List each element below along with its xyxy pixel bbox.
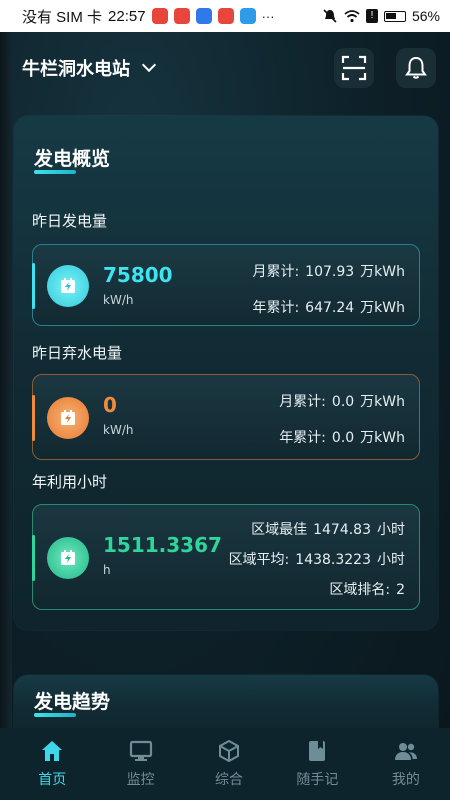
home-icon xyxy=(42,741,63,761)
yesterday-spill-value: 0 xyxy=(103,393,117,417)
tab-home[interactable]: 首页 xyxy=(8,728,96,800)
power-icon xyxy=(47,537,89,579)
region-best-value: 1474.83 xyxy=(313,522,371,538)
trend-title: 发电趋势 xyxy=(34,691,111,713)
month-total-value: 0.0 xyxy=(331,394,355,410)
users-icon xyxy=(394,743,417,760)
tmall-notification-icon xyxy=(217,8,234,24)
region-avg-label: 区域平均: xyxy=(228,552,290,568)
power-icon xyxy=(47,397,89,439)
yesterday-spill-unit: kW/h xyxy=(103,423,134,437)
card-accent xyxy=(32,395,35,441)
region-rank-value: 2 xyxy=(396,582,405,598)
power-icon xyxy=(47,265,89,307)
region-avg-value: 1438.3223 xyxy=(295,552,371,568)
region-best-unit: 小时 xyxy=(377,522,405,538)
bell-icon xyxy=(405,56,427,79)
app-screen: 没有 SIM 卡 22:57 ··· ! 56% 牛栏洞水电站 发电概览 昨日发… xyxy=(0,0,450,800)
yesterday-gen-value: 75800 xyxy=(103,263,173,287)
yesterday-gen-card[interactable]: 75800 kW/h 月累计: 107.93 万kWh 年累计: 647.24 万kWh xyxy=(32,244,420,326)
region-best: 区域最佳 1474.83 小时 xyxy=(251,519,405,539)
search-app-icon xyxy=(239,8,256,24)
region-average: 区域平均: 1438.3223 小时 xyxy=(229,549,405,569)
gen-month-total: 月累计: 107.93 万kWh xyxy=(252,261,405,281)
alert-icon: ! xyxy=(365,9,378,23)
month-total-label: 月累计: xyxy=(279,394,326,410)
scan-icon xyxy=(341,55,367,81)
annual-hours-card[interactable]: 1511.3367 h 区域最佳 1474.83 小时 区域平均: 1438.3223… xyxy=(32,504,420,610)
yesterday-gen-unit: kW/h xyxy=(103,293,134,307)
tab-label: 监控 xyxy=(126,772,155,788)
tmall-notification-icon xyxy=(173,8,190,24)
spill-month-total: 月累计: 0.0 万kWh xyxy=(279,391,405,411)
tab-label: 我的 xyxy=(391,772,420,788)
month-total-unit: 万kWh xyxy=(360,264,405,280)
year-total-value: 0.0 xyxy=(331,430,355,446)
title-underline xyxy=(34,713,76,717)
app-header: 牛栏洞水电站 xyxy=(0,40,450,96)
carrier-text: 没有 SIM 卡 xyxy=(22,8,103,26)
month-total-label: 月累计: xyxy=(252,264,300,280)
region-rank-label: 区域排名: xyxy=(329,582,391,598)
yesterday-spill-card[interactable]: 0 kW/h 月累计: 0.0 万kWh 年累计: 0.0 万kWh xyxy=(32,374,420,460)
tab-overall[interactable]: 综合 xyxy=(185,728,273,800)
monitor-icon xyxy=(129,740,152,761)
app-notification-icon xyxy=(151,8,168,24)
mute-bell-icon xyxy=(323,9,337,23)
tab-monitor[interactable]: 监控 xyxy=(96,728,184,800)
tab-label: 随手记 xyxy=(296,772,339,788)
battery-icon xyxy=(383,10,406,22)
card-accent xyxy=(32,263,35,309)
tab-profile[interactable]: 我的 xyxy=(362,728,450,800)
more-dots-icon: ··· xyxy=(261,8,275,24)
overview-panel: 发电概览 昨日发电量 75800 kW/h 月累计: 107.93 万kWh 年累计… xyxy=(14,116,438,630)
tab-label: 综合 xyxy=(215,772,244,788)
wifi-icon xyxy=(344,10,360,23)
battery-percent: 56% xyxy=(411,8,440,24)
status-bar: 没有 SIM 卡 22:57 ··· ! 56% xyxy=(0,0,450,32)
station-selector[interactable]: 牛栏洞水电站 xyxy=(22,55,157,81)
annual-hours-label: 年利用小时 xyxy=(32,473,108,491)
region-rank: 区域排名: 2 xyxy=(329,579,405,599)
tab-label: 首页 xyxy=(38,772,67,788)
chevron-down-icon xyxy=(141,57,157,73)
year-total-unit: 万kWh xyxy=(360,430,405,446)
title-underline xyxy=(34,170,76,174)
year-total-label: 年累计: xyxy=(252,300,300,316)
scan-button[interactable] xyxy=(334,48,374,88)
clock-text: 22:57 xyxy=(108,7,146,25)
overview-title: 发电概览 xyxy=(34,148,111,170)
year-total-value: 647.24 xyxy=(305,300,355,316)
yesterday-spill-label: 昨日弃水电量 xyxy=(32,344,123,362)
station-name: 牛栏洞水电站 xyxy=(22,59,130,80)
screen-edge xyxy=(0,0,12,800)
gen-year-total: 年累计: 647.24 万kWh xyxy=(252,297,405,317)
region-best-label: 区域最佳 xyxy=(251,522,308,538)
month-total-unit: 万kWh xyxy=(360,394,405,410)
tab-notes[interactable]: 随手记 xyxy=(273,728,361,800)
card-accent xyxy=(32,535,35,581)
notification-button[interactable] xyxy=(396,48,436,88)
annual-hours-unit: h xyxy=(103,563,111,577)
month-total-value: 107.93 xyxy=(305,264,355,280)
notebook-icon xyxy=(309,741,326,761)
annual-hours-value: 1511.3367 xyxy=(103,533,222,557)
bottom-tab-bar: 首页 监控 综合 随手记 我的 xyxy=(0,728,450,800)
app-notification-icon xyxy=(195,8,212,24)
year-total-label: 年累计: xyxy=(279,430,326,446)
region-avg-unit: 小时 xyxy=(377,552,405,568)
yesterday-gen-label: 昨日发电量 xyxy=(32,212,108,230)
spill-year-total: 年累计: 0.0 万kWh xyxy=(279,427,405,447)
year-total-unit: 万kWh xyxy=(360,300,405,316)
cube-icon xyxy=(219,739,240,763)
